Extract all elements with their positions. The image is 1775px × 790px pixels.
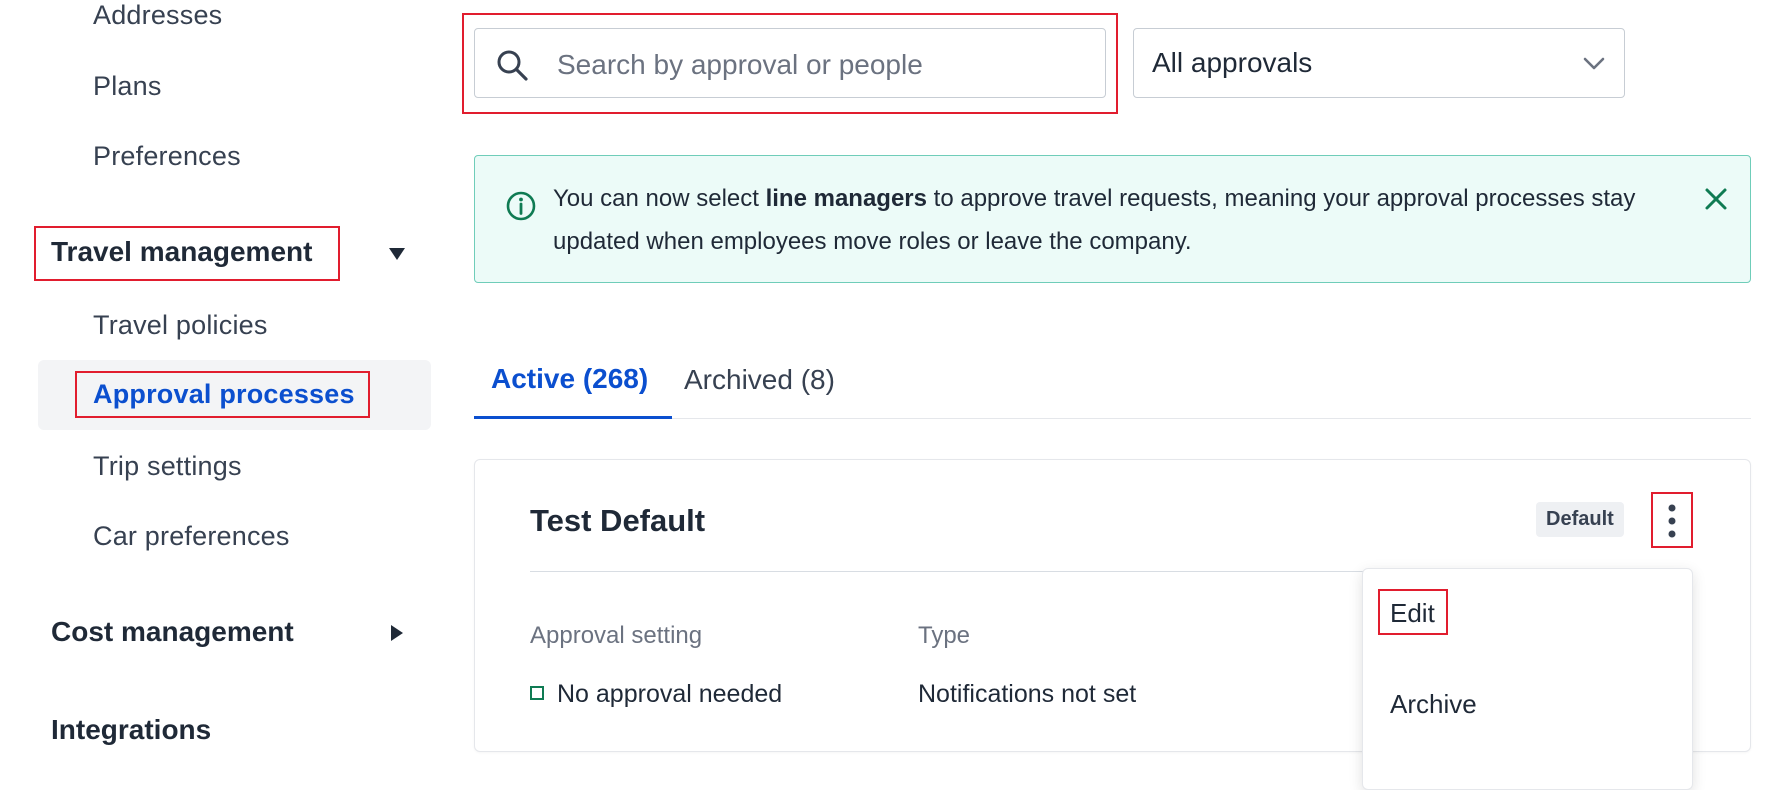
sidebar-section-integrations[interactable]: Integrations: [51, 714, 211, 746]
approval-setting-value: No approval needed: [530, 680, 782, 709]
menu-item-label: Archive: [1390, 689, 1477, 719]
sidebar-item-travel-policies[interactable]: Travel policies: [93, 310, 268, 341]
info-banner-text: You can now select line managers to appr…: [553, 177, 1673, 263]
section-heading: Travel management: [51, 236, 313, 267]
approvals-filter-select[interactable]: All approvals: [1133, 28, 1625, 98]
sidebar-item-label: Trip settings: [93, 451, 242, 481]
section-heading: Integrations: [51, 714, 212, 745]
sidebar-item-approval-processes[interactable]: Approval processes: [38, 360, 431, 430]
sidebar-section-travel-management[interactable]: Travel management: [51, 236, 411, 272]
type-label: Type: [918, 622, 971, 649]
approval-setting-label: Approval setting: [530, 622, 703, 649]
info-text-part: You can now select: [553, 185, 766, 212]
status-square-icon: [530, 686, 544, 701]
caret-right-icon: [391, 625, 403, 641]
sidebar-item-addresses[interactable]: Addresses: [93, 0, 222, 31]
sidebar-item-label: Car preferences: [93, 521, 290, 551]
tabs: Active (268) Archived (8): [474, 355, 1751, 419]
chevron-down-icon: [1583, 57, 1605, 70]
sidebar-item-label: Preferences: [93, 141, 241, 171]
section-heading: Cost management: [51, 616, 294, 647]
info-text-bold: line managers: [765, 185, 927, 212]
select-value: All approvals: [1152, 47, 1313, 78]
tab-label: Active (268): [491, 363, 649, 394]
sidebar-section-cost-management[interactable]: Cost management: [51, 616, 411, 652]
caret-down-icon: [389, 248, 405, 260]
tab-active[interactable]: Active (268): [474, 355, 672, 419]
approval-setting-text: No approval needed: [557, 680, 783, 708]
search-box: [474, 28, 1106, 98]
sidebar-item-label: Approval processes: [93, 379, 355, 409]
sidebar-item-trip-settings[interactable]: Trip settings: [93, 451, 242, 482]
sidebar-item-label: Travel policies: [93, 310, 268, 340]
menu-item-archive[interactable]: Archive: [1363, 659, 1692, 749]
sidebar-item-label: Plans: [93, 71, 162, 101]
close-icon[interactable]: [1703, 186, 1729, 212]
more-vertical-icon: [1668, 504, 1676, 538]
sidebar-item-plans[interactable]: Plans: [93, 71, 162, 102]
card-actions-menu: Edit Archive: [1362, 568, 1693, 790]
default-badge: Default: [1536, 502, 1624, 537]
search-input[interactable]: [555, 46, 1089, 84]
more-options-button[interactable]: [1651, 492, 1693, 548]
info-banner: You can now select line managers to appr…: [474, 155, 1751, 283]
sidebar: Addresses Plans Preferences Travel manag…: [0, 0, 440, 772]
tab-label: Archived (8): [684, 364, 835, 395]
search-icon: [497, 50, 528, 81]
type-value: Notifications not set: [918, 680, 1137, 708]
card-title: Test Default: [530, 503, 706, 538]
sidebar-item-car-preferences[interactable]: Car preferences: [93, 521, 290, 552]
sidebar-item-label: Addresses: [93, 0, 223, 30]
menu-item-label: Edit: [1390, 598, 1435, 628]
info-icon: [506, 191, 536, 221]
sidebar-item-preferences[interactable]: Preferences: [93, 141, 241, 172]
menu-item-edit[interactable]: Edit: [1363, 569, 1692, 659]
